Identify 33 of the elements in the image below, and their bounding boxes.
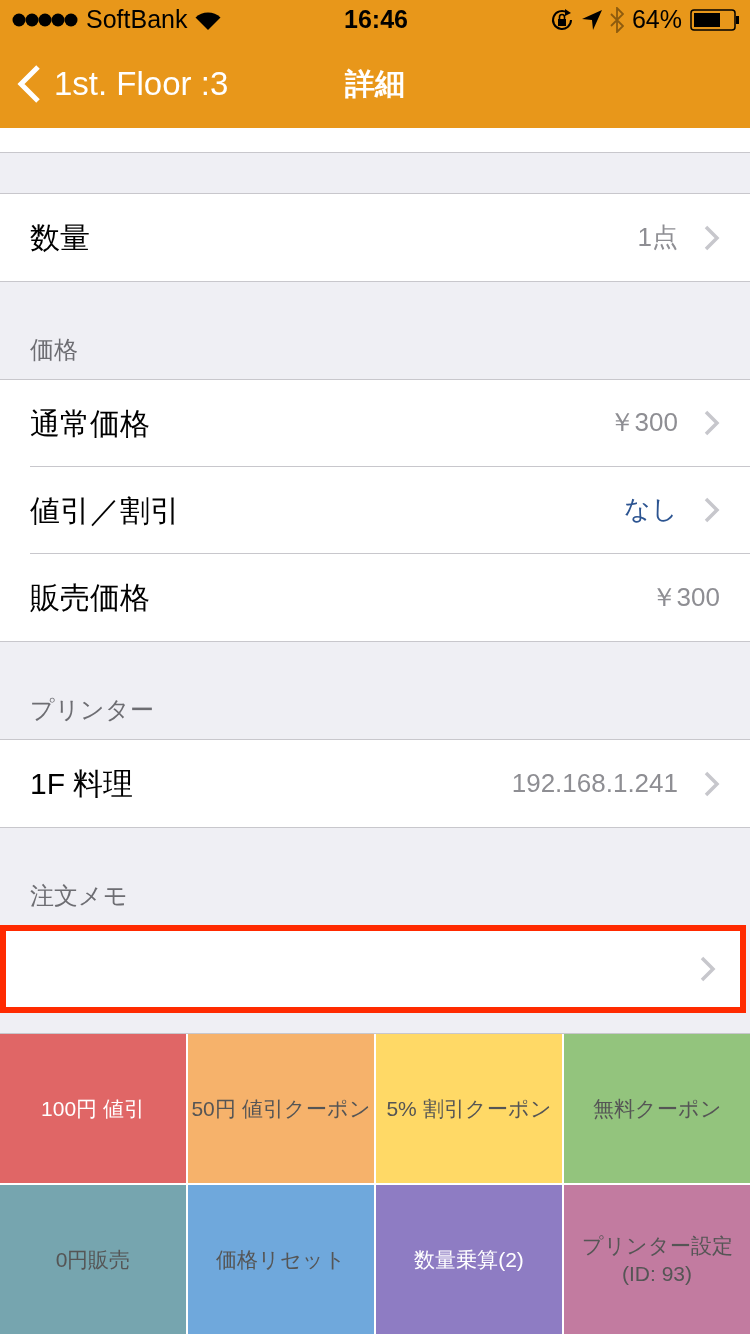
row-value: ￥300 (650, 580, 720, 614)
row-label: 1F 料理 (30, 766, 135, 802)
row-label: 販売価格 (30, 580, 151, 616)
signal-strength-icon (12, 13, 78, 27)
row-value: 192.168.1.241 (511, 766, 678, 800)
action-tile[interactable]: 5% 割引クーポン (376, 1034, 562, 1183)
location-arrow-icon (581, 10, 602, 30)
section-header: 注文メモ (30, 880, 128, 911)
back-chevron-icon (16, 64, 42, 104)
action-tile[interactable]: 100円 値引 (0, 1034, 186, 1183)
action-tile[interactable]: 無料クーポン (564, 1034, 750, 1183)
action-tile[interactable]: 価格リセット (188, 1185, 374, 1334)
action-tile[interactable]: 50円 値引クーポン (188, 1034, 374, 1183)
section-header: プリンター (30, 694, 154, 725)
action-tile[interactable]: 数量乗算(2) (376, 1185, 562, 1334)
row-label: 値引／割引 (30, 492, 181, 529)
wifi-icon (195, 10, 222, 30)
battery-percent: 64% (631, 6, 682, 34)
battery-icon (690, 9, 740, 31)
row-value: 1点 (637, 220, 678, 254)
row-label: 数量 (30, 220, 91, 256)
row-value: なし (624, 493, 678, 527)
row-label: 通常価格 (30, 405, 151, 442)
rotation-lock-icon (549, 8, 574, 32)
action-tile[interactable]: プリンター設定(ID: 93) (564, 1185, 750, 1334)
back-button[interactable]: 1st. Floor :3 (0, 64, 229, 104)
screen-title: 詳細 (345, 66, 405, 102)
action-tile[interactable]: 0円販売 (0, 1185, 186, 1334)
carrier-name: SoftBank (86, 6, 188, 34)
section-header: 価格 (30, 334, 78, 365)
memo-field[interactable] (0, 925, 746, 1013)
row-value: ￥300 (608, 406, 678, 440)
clock-time: 16:46 (344, 6, 408, 34)
